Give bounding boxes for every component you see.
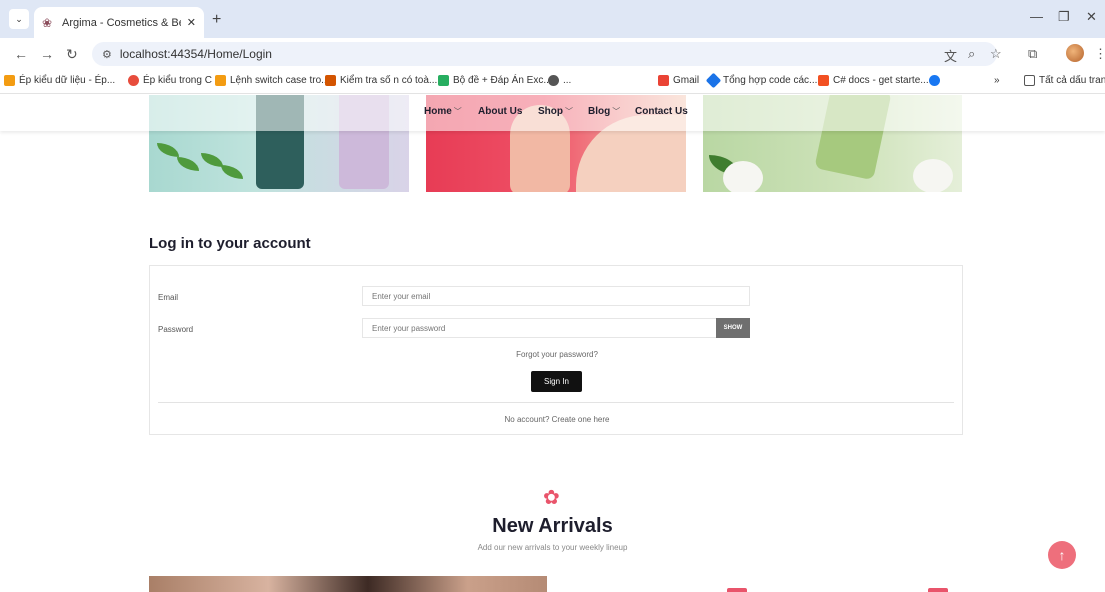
nav-about-us[interactable]: About Us — [478, 106, 522, 117]
back-icon[interactable]: ← — [14, 46, 28, 62]
bookmark-favicon-icon — [128, 75, 139, 86]
product-tag-badge — [727, 588, 747, 592]
bookmark-item[interactable]: Bộ đề + Đáp Án Exc... — [438, 75, 552, 86]
create-account-link[interactable]: No account? Create one here — [150, 415, 964, 424]
product-image[interactable] — [149, 576, 547, 592]
extensions-icon[interactable]: ⧉ — [1028, 46, 1037, 62]
bookmark-item[interactable]: C# docs - get starte... — [818, 75, 929, 86]
url-bar[interactable]: ⚙ localhost:44354/Home/Login — [92, 42, 997, 66]
password-label: Password — [158, 325, 194, 334]
section-title: New Arrivals — [492, 515, 613, 537]
login-title: Log in to your account — [149, 235, 311, 252]
leaf-graphic — [157, 143, 179, 157]
bookmark-favicon-icon — [215, 75, 226, 86]
minimize-icon[interactable]: — — [1030, 9, 1043, 24]
chevron-down-icon: ﹀ — [453, 107, 462, 116]
bookmark-item[interactable]: Ép kiểu trong C — [128, 75, 212, 86]
bookmark-item[interactable]: Lệnh switch case tro... — [215, 75, 330, 86]
translate-icon[interactable]: 文 — [944, 46, 957, 65]
bookmark-gmail[interactable]: Gmail — [658, 75, 699, 86]
browser-tab-bar: ⌄ ❀ Argima - Cosmetics & Beauty e ✕ + — … — [0, 0, 1105, 38]
forgot-password-link[interactable]: Forgot your password? — [150, 350, 964, 359]
email-label: Email — [158, 293, 179, 302]
all-bookmarks[interactable]: Tất cả dấu trang — [1024, 75, 1105, 86]
url-text: localhost:44354/Home/Login — [119, 47, 272, 61]
restore-icon[interactable]: ❐ — [1058, 9, 1070, 25]
bookmark-item[interactable]: ... — [548, 75, 571, 86]
bookmark-favicon-icon — [325, 75, 336, 86]
flower-graphic — [913, 159, 953, 192]
nav-blog[interactable]: Blog ﹀ — [588, 106, 620, 117]
page-content: Home ﹀ About Us Shop ﹀ Blog ﹀ Contact Us Lo… — [0, 95, 1105, 592]
divider — [158, 402, 954, 403]
chevron-down-icon: ﹀ — [612, 107, 621, 116]
forward-icon[interactable]: → — [40, 46, 54, 62]
bookmark-item[interactable]: Ép kiểu dữ liệu - Ép... — [4, 75, 115, 86]
sign-in-button[interactable]: Sign In — [531, 371, 582, 392]
leaf-graphic — [177, 157, 199, 171]
bookmark-item[interactable]: Tổng hợp code các... — [705, 72, 817, 89]
site-info-icon[interactable]: ⚙ — [102, 48, 112, 61]
nav-shop[interactable]: Shop ﹀ — [538, 106, 573, 117]
address-toolbar: ← → ↻ ⚙ localhost:44354/Home/Login 文 ⌕ ☆… — [0, 38, 1105, 70]
bookmark-facebook[interactable] — [929, 75, 944, 86]
microsoft-icon — [818, 75, 829, 86]
close-window-icon[interactable]: ✕ — [1086, 9, 1097, 25]
gmail-icon — [658, 75, 669, 86]
new-tab-button[interactable]: + — [212, 11, 221, 29]
email-field[interactable] — [362, 286, 750, 306]
nav-home[interactable]: Home ﹀ — [424, 106, 462, 117]
folder-icon — [1024, 75, 1035, 86]
bookmark-favicon-icon — [548, 75, 559, 86]
profile-avatar[interactable] — [1066, 44, 1084, 62]
facebook-icon — [929, 75, 940, 86]
bookmark-item[interactable]: Kiểm tra số n có toà... — [325, 75, 437, 86]
show-password-button[interactable]: SHOW — [716, 318, 750, 338]
leaf-graphic — [201, 153, 223, 167]
section-subtitle: Add our new arrivals to your weekly line… — [477, 543, 628, 552]
browser-tab[interactable]: ❀ Argima - Cosmetics & Beauty e ✕ — [34, 7, 204, 38]
main-navigation: Home ﹀ About Us Shop ﹀ Blog ﹀ Contact Us — [0, 95, 1105, 131]
zoom-icon[interactable]: ⌕ — [968, 46, 975, 62]
tab-close-icon[interactable]: ✕ — [187, 16, 196, 29]
bookmarks-bar: Ép kiểu dữ liệu - Ép... Ép kiểu trong C … — [0, 70, 1105, 94]
bookmarks-overflow[interactable]: » — [994, 75, 1000, 86]
chevron-down-icon: ﹀ — [565, 107, 573, 116]
flower-graphic — [723, 161, 763, 192]
bookmark-star-icon[interactable]: ☆ — [990, 46, 1002, 62]
tab-title: Argima - Cosmetics & Beauty e — [62, 16, 181, 29]
reload-icon[interactable]: ↻ — [66, 46, 78, 63]
flower-ornament-icon: ✿ — [543, 487, 560, 509]
login-form: Email Password SHOW Forgot your password… — [149, 265, 963, 435]
scroll-to-top-button[interactable]: ↑ — [1048, 541, 1076, 569]
bookmark-favicon-icon — [4, 75, 15, 86]
nav-contact-us[interactable]: Contact Us — [635, 106, 688, 117]
bookmark-favicon-icon — [705, 72, 722, 89]
password-field[interactable] — [362, 318, 718, 338]
product-tag-badge — [928, 588, 948, 592]
menu-kebab-icon[interactable]: ⋮ — [1094, 46, 1105, 62]
leaf-graphic — [221, 165, 243, 179]
tab-search-chevron-icon[interactable]: ⌄ — [9, 9, 29, 29]
bookmark-favicon-icon — [438, 75, 449, 86]
site-favicon-icon: ❀ — [42, 15, 53, 30]
